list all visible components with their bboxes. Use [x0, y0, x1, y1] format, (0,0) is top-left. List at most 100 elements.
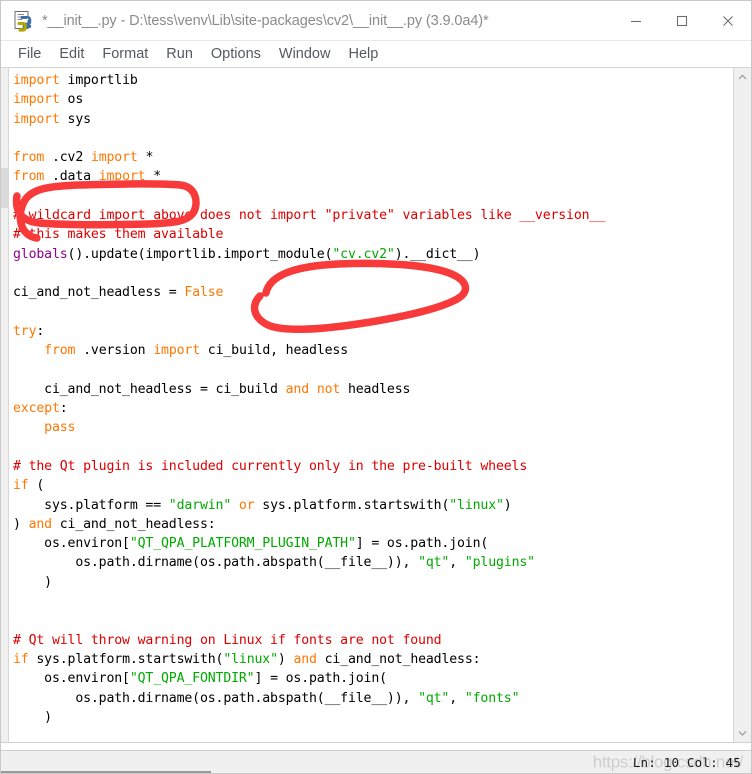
code-token: .data — [44, 169, 99, 185]
minimize-icon — [631, 20, 641, 23]
code-line: os.path.dirname(os.path.abspath(__file__… — [13, 689, 605, 708]
code-token: except — [13, 401, 60, 417]
maximize-icon — [676, 15, 688, 27]
code-token: ().update(importlib.import_module( — [67, 246, 333, 262]
code-token: os — [59, 92, 84, 108]
code-line: os.environ["QT_QPA_PLATFORM_PLUGIN_PATH"… — [13, 534, 605, 553]
code-token: , — [449, 690, 465, 706]
code-line: ) and ci_and_not_headless: — [13, 515, 605, 534]
code-token: os.path.dirname(os.path.abspath(__file__… — [13, 555, 419, 571]
chevron-down-icon — [738, 730, 747, 736]
code-token: .cv2 — [44, 150, 91, 166]
code-token: : — [36, 323, 45, 339]
code-line: from .version import ci_build, headless — [13, 341, 605, 360]
code-line: import sys — [13, 110, 605, 129]
code-token: os.path.dirname(os.path.abspath(__file__… — [13, 690, 419, 706]
code-line: if sys.platform.startswith("linux") and … — [13, 650, 605, 669]
code-token: # this makes them available — [13, 227, 224, 243]
code-line: ) — [13, 708, 605, 727]
code-token: not — [316, 381, 341, 397]
title-bar: *__init__.py - D:\tess\venv\Lib\site-pac… — [1, 1, 751, 41]
code-token: # the Qt plugin is included currently on… — [13, 458, 528, 474]
code-token: import — [13, 92, 60, 108]
code-token: try — [13, 323, 37, 339]
scroll-down-button[interactable] — [734, 724, 751, 742]
menu-item-options[interactable]: Options — [202, 44, 270, 65]
code-token: sys — [59, 111, 92, 127]
code-token: "qt" — [418, 555, 450, 571]
code-token: * — [145, 169, 162, 185]
code-token: globals — [13, 246, 68, 262]
code-line: except: — [13, 399, 605, 418]
code-token: "qt" — [418, 690, 450, 706]
close-button[interactable] — [705, 1, 751, 41]
code-token: "linux" — [449, 497, 504, 513]
code-token: headless — [340, 381, 411, 397]
code-line: import os — [13, 90, 605, 109]
code-token: import — [98, 169, 146, 185]
code-line: from .cv2 import * — [13, 148, 605, 167]
menu-item-edit[interactable]: Edit — [50, 44, 93, 65]
code-token: "QT_QPA_FONTDIR" — [129, 671, 255, 687]
menu-item-window[interactable]: Window — [270, 44, 340, 65]
code-token: if — [13, 478, 29, 494]
vertical-scroll-thumb[interactable] — [735, 86, 750, 586]
code-token: or — [238, 497, 255, 513]
code-line: ) — [13, 573, 605, 592]
code-token: if — [13, 651, 29, 667]
menu-item-format[interactable]: Format — [93, 44, 157, 65]
code-token: os.environ[ — [13, 536, 130, 552]
left-scroll-gutter[interactable] — [1, 68, 9, 742]
code-token: ci_and_not_headless = — [13, 285, 185, 301]
code-token: ) — [13, 574, 52, 590]
code-token: ).__dict__) — [394, 246, 481, 262]
code-token: "darwin" — [168, 497, 232, 513]
code-line: # the Qt plugin is included currently on… — [13, 457, 605, 476]
code-token: pass — [44, 420, 76, 436]
code-token: from — [13, 150, 45, 166]
menu-item-run[interactable]: Run — [157, 44, 202, 65]
menu-item-help[interactable]: Help — [339, 44, 387, 65]
source-code[interactable]: import importlib import os import sys from… — [13, 71, 605, 727]
cursor-position-status: Ln: 10 Col: 45 — [632, 755, 741, 770]
code-token: importlib — [59, 73, 138, 88]
code-token: "fonts" — [464, 690, 520, 706]
menu-item-file[interactable]: File — [9, 44, 50, 65]
code-token: and — [293, 651, 317, 667]
code-line: # Qt will throw warning on Linux if font… — [13, 631, 605, 650]
code-token: ) — [13, 516, 29, 532]
code-token: ) — [277, 651, 294, 667]
code-token: .version — [75, 343, 154, 359]
code-token: os.environ[ — [13, 671, 130, 687]
code-token: # Qt will throw warning on Linux if font… — [13, 632, 442, 648]
code-token: # wildcard import above does not import … — [13, 208, 606, 224]
code-token: : — [59, 401, 68, 417]
code-line: ci_and_not_headless = ci_build and not h… — [13, 380, 605, 399]
code-token: ci_and_not_headless: — [316, 651, 481, 667]
maximize-button[interactable] — [659, 1, 705, 41]
minimize-button[interactable] — [613, 1, 659, 41]
vertical-scrollbar[interactable] — [733, 68, 751, 742]
code-token: import — [13, 111, 60, 127]
code-token: ( — [28, 478, 45, 494]
idle-editor-window: *__init__.py - D:\tess\venv\Lib\site-pac… — [0, 0, 752, 774]
code-token: from — [13, 169, 45, 185]
code-token: import — [90, 150, 138, 166]
code-token: "QT_QPA_PLATFORM_PLUGIN_PATH" — [129, 536, 356, 552]
code-line: # wildcard import above does not import … — [13, 206, 605, 225]
scroll-up-button[interactable] — [734, 68, 751, 86]
code-token: ci_build, headless — [200, 343, 349, 359]
code-token: "plugins" — [464, 555, 535, 571]
code-text-area[interactable]: import importlib import os import sys from… — [9, 68, 733, 742]
left-gutter-thumb[interactable] — [1, 168, 8, 208]
